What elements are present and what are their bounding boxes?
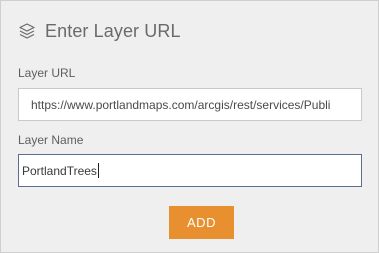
layer-name-input[interactable]: PortlandTrees (18, 154, 362, 187)
layer-url-input[interactable]: https://www.portlandmaps.com/arcgis/rest… (18, 88, 362, 121)
enter-layer-url-panel: Enter Layer URL Layer URL https://www.po… (0, 0, 379, 253)
layer-name-value: PortlandTrees (22, 163, 97, 178)
panel-title: Enter Layer URL (45, 20, 181, 41)
panel-header: Enter Layer URL (18, 19, 181, 43)
add-button[interactable]: ADD (169, 206, 234, 239)
layers-icon (18, 22, 36, 40)
layer-name-label: Layer Name (18, 133, 84, 147)
text-caret (97, 163, 99, 178)
layer-url-label: Layer URL (18, 66, 76, 80)
layer-url-value: https://www.portlandmaps.com/arcgis/rest… (31, 97, 331, 112)
